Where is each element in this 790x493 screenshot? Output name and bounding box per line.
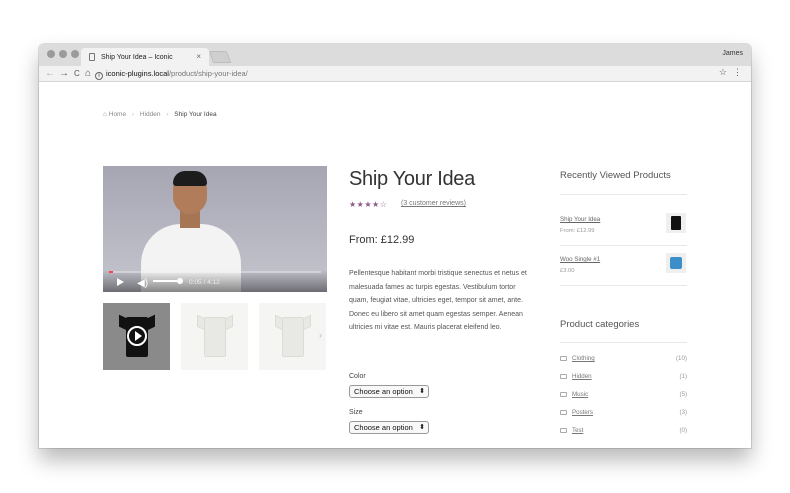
select-chevron-icon: ⬍ <box>419 388 425 395</box>
product-image <box>670 257 682 269</box>
select-chevron-icon: ⬍ <box>419 424 425 431</box>
address-bar[interactable]: i iconic-plugins.local/product/ship-your-… <box>95 68 735 80</box>
product-price: From: £12.99 <box>349 234 415 246</box>
breadcrumb: ⌂ Home › Hidden › Ship Your Idea <box>103 111 217 118</box>
breadcrumb-home[interactable]: Home <box>109 111 126 118</box>
breadcrumb-separator: › <box>166 111 169 118</box>
color-label: Color <box>349 373 366 380</box>
category-count: (5) <box>679 391 687 398</box>
recent-product-thumbnail[interactable] <box>666 213 686 233</box>
info-icon[interactable]: i <box>95 72 103 80</box>
volume-slider[interactable] <box>153 280 179 282</box>
volume-icon[interactable]: ◀) <box>137 278 148 289</box>
category-count: (1) <box>679 373 687 380</box>
minimize-window-dot[interactable] <box>59 50 67 58</box>
product-title: Ship Your Idea <box>349 168 475 190</box>
home-icon[interactable]: ⌂ <box>85 67 91 81</box>
gallery-thumbnail-video[interactable] <box>103 303 170 370</box>
tshirt-image <box>197 313 233 357</box>
category-item[interactable]: Posters (3) <box>560 409 687 419</box>
size-label: Size <box>349 409 363 416</box>
tab-title: Ship Your Idea – Iconic <box>101 53 173 61</box>
breadcrumb-hidden[interactable]: Hidden <box>140 111 161 118</box>
breadcrumb-separator: › <box>131 111 135 118</box>
product-description: Pellentesque habitant morbi tristique se… <box>349 270 527 331</box>
recent-product-name[interactable]: Ship Your Idea <box>560 216 600 223</box>
video-person-hair <box>173 171 207 186</box>
profile-name[interactable]: James <box>722 50 743 57</box>
tshirt-image <box>275 313 311 357</box>
video-progress-bar[interactable] <box>109 271 321 273</box>
category-name[interactable]: Test <box>572 427 583 434</box>
browser-window: Ship Your Idea – Iconic × James ← → C ⌂ … <box>39 44 751 448</box>
product-video-player[interactable]: ◀) 0:05 / 4:12 <box>103 166 327 292</box>
tshirt-image <box>671 216 681 230</box>
category-name[interactable]: Posters <box>572 409 593 416</box>
bookmark-star-icon[interactable]: ☆ <box>719 67 727 78</box>
maximize-window-dot[interactable] <box>71 50 79 58</box>
new-tab-button[interactable] <box>208 51 232 63</box>
color-select[interactable]: Choose an option ⬍ <box>349 385 429 398</box>
category-name[interactable]: Clothing <box>572 355 595 362</box>
recent-product-price: From: £12.99 <box>560 228 595 234</box>
browser-menu-icon[interactable]: ⋮ <box>733 67 742 78</box>
size-select[interactable]: Choose an option ⬍ <box>349 421 429 434</box>
category-name[interactable]: Hidden <box>572 373 592 380</box>
gallery-thumbnail[interactable] <box>181 303 248 370</box>
tab-close-icon[interactable]: × <box>196 52 201 61</box>
folder-icon <box>560 410 567 415</box>
breadcrumb-current: Ship Your Idea <box>174 111 217 118</box>
browser-toolbar: ← → C ⌂ i iconic-plugins.local/product/sh… <box>39 66 751 82</box>
home-icon: ⌂ <box>103 111 107 118</box>
browser-tab[interactable]: Ship Your Idea – Iconic × <box>81 48 209 66</box>
reload-icon[interactable]: C <box>74 67 80 81</box>
recent-product-thumbnail[interactable] <box>666 253 686 273</box>
category-count: (10) <box>675 355 687 362</box>
tab-bar: Ship Your Idea – Iconic × James <box>39 44 751 66</box>
category-count: (0) <box>679 427 687 434</box>
divider <box>560 194 687 195</box>
page-content: ⌂ Home › Hidden › Ship Your Idea ◀) 0:05… <box>39 82 751 448</box>
close-window-dot[interactable] <box>47 50 55 58</box>
divider <box>560 285 687 286</box>
folder-icon <box>560 374 567 379</box>
video-time: 0:05 / 4:12 <box>189 279 220 286</box>
folder-icon <box>560 356 567 361</box>
recent-product-price: £3.00 <box>560 268 575 274</box>
folder-icon <box>560 392 567 397</box>
folder-icon <box>560 428 567 433</box>
rating-stars-icon: ★★★★☆ <box>349 200 388 209</box>
product-categories-title: Product categories <box>560 319 640 330</box>
forward-arrow-icon[interactable]: → <box>59 67 69 81</box>
category-item[interactable]: Hidden (1) <box>560 373 687 383</box>
divider <box>560 245 687 246</box>
category-item[interactable]: Clothing (10) <box>560 355 687 365</box>
url-path: /product/ship-your-idea/ <box>168 69 248 78</box>
color-select-value: Choose an option <box>354 387 413 396</box>
video-progress-fill <box>109 271 113 273</box>
gallery-next-icon[interactable]: › <box>319 330 322 340</box>
recently-viewed-title: Recently Viewed Products <box>560 170 671 181</box>
url-host: iconic-plugins.local <box>106 69 169 78</box>
category-item[interactable]: Test (0) <box>560 427 687 437</box>
play-circle-icon <box>127 326 147 346</box>
gallery-thumbnail[interactable] <box>259 303 326 370</box>
category-count: (3) <box>679 409 687 416</box>
category-item[interactable]: Music (5) <box>560 391 687 401</box>
page-icon <box>89 53 95 61</box>
size-select-value: Choose an option <box>354 423 413 432</box>
customer-reviews-link[interactable]: (3 customer reviews) <box>401 200 466 207</box>
recent-product-name[interactable]: Woo Single #1 <box>560 256 600 263</box>
divider <box>560 342 687 343</box>
volume-slider-handle[interactable] <box>177 278 183 284</box>
category-name[interactable]: Music <box>572 391 588 398</box>
play-icon[interactable] <box>117 278 124 286</box>
back-arrow-icon[interactable]: ← <box>45 67 55 81</box>
